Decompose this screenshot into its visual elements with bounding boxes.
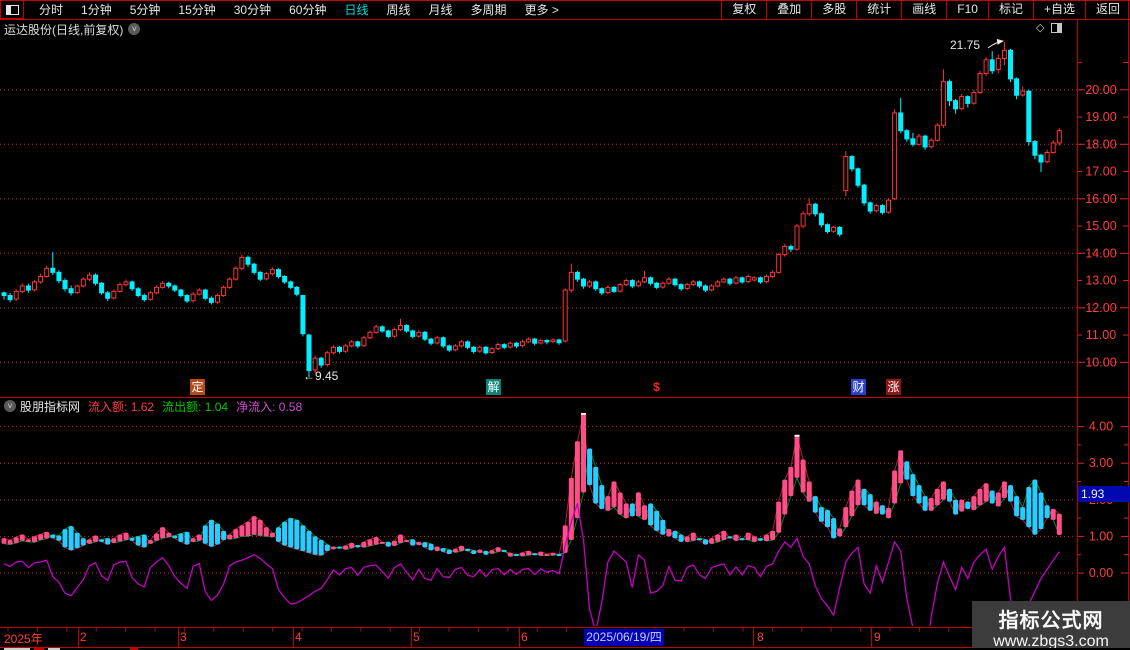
button-fuquan[interactable]: 复权 — [721, 0, 766, 19]
button-mark[interactable]: 标记 — [987, 0, 1033, 19]
svg-text:17.00: 17.00 — [1085, 165, 1116, 179]
diamond-icon[interactable]: ◇ — [1036, 21, 1044, 34]
time-axis-label: 6 — [521, 630, 528, 644]
svg-text:4.00: 4.00 — [1089, 420, 1113, 434]
time-axis-label: 3 — [180, 630, 187, 644]
time-axis[interactable]: 2025年 2 3 4 5 6 8 9 — [0, 629, 1075, 647]
svg-text:12.00: 12.00 — [1085, 301, 1116, 315]
svg-text:19.00: 19.00 — [1085, 110, 1116, 124]
svg-text:13.00: 13.00 — [1085, 274, 1116, 288]
tab-60min[interactable]: 60分钟 — [280, 1, 335, 18]
tab-multiperiod[interactable]: 多周期 — [462, 1, 516, 18]
time-axis-label: 8 — [757, 630, 764, 644]
time-axis-label: 4 — [295, 630, 302, 644]
button-drawline[interactable]: 画线 — [901, 0, 946, 19]
svg-text:10.00: 10.00 — [1085, 355, 1116, 369]
button-f10[interactable]: F10 — [946, 0, 988, 19]
tab-fenshi[interactable]: 分时 — [30, 1, 72, 18]
outflow-field: 流出额: 1.04 — [162, 399, 229, 414]
window-panel-icon[interactable] — [0, 0, 24, 19]
app-window: 20.00 19.00 18.00 17.00 16.00 15.00 14.00 13.00… — [0, 0, 1130, 650]
button-stats[interactable]: 统计 — [856, 0, 901, 19]
indicator-header: ˅ 股朋指标网 流入额: 1.62 流出额: 1.04 净流入: 0.58 — [2, 398, 303, 415]
svg-text:1.00: 1.00 — [1089, 529, 1113, 543]
top-toolbar: 分时 1分钟 5分钟 15分钟 30分钟 60分钟 日线 周线 月线 多周期 更… — [0, 0, 1130, 19]
title-bar-icons: ◇ — [1036, 21, 1063, 34]
inflow-field: 流入额: 1.62 — [88, 399, 155, 414]
time-axis-label: 2025年 — [4, 632, 43, 646]
svg-text:15.00: 15.00 — [1085, 219, 1116, 233]
indicator-name[interactable]: 股朋指标网 — [20, 398, 80, 415]
event-badge-ding: 定 — [190, 379, 205, 395]
time-axis-label: 5 — [413, 630, 420, 644]
collapse-chevron-icon[interactable]: ˅ — [4, 400, 16, 412]
split-panel-icon[interactable] — [1051, 22, 1063, 33]
time-axis-label: 2 — [80, 630, 87, 644]
tab-more[interactable]: 更多 > — [516, 1, 568, 18]
tools-menu: 复权 叠加 多股 统计 画线 F10 标记 +自选 返回 — [721, 0, 1130, 19]
event-badge-jie: 解 — [486, 379, 501, 395]
chart-canvas[interactable]: 20.0019.0018.0017.0016.0015.0014.0013.00… — [0, 0, 1130, 650]
high-price-label: 21.75 — [950, 38, 981, 52]
low-price-label: ←9.45 — [303, 369, 339, 383]
svg-text:18.00: 18.00 — [1085, 137, 1116, 151]
panel-layout-icon — [5, 4, 19, 15]
button-add-watchlist[interactable]: +自选 — [1032, 0, 1085, 19]
netflow-field: 净流入: 0.58 — [236, 399, 303, 414]
svg-text:3.00: 3.00 — [1089, 456, 1113, 470]
period-menu: 分时 1分钟 5分钟 15分钟 30分钟 60分钟 日线 周线 月线 多周期 更… — [30, 1, 721, 18]
svg-text:16.00: 16.00 — [1085, 192, 1116, 206]
watermark: 指标公式网 www.zbgs3.com — [972, 601, 1130, 650]
indicator-value-badge: 1.93 — [1078, 486, 1130, 502]
event-badge-dollar: $ — [653, 380, 660, 394]
chevron-down-icon[interactable]: ˅ — [128, 23, 141, 35]
svg-text:14.00: 14.00 — [1085, 246, 1116, 260]
svg-text:0.00: 0.00 — [1089, 566, 1113, 580]
svg-text:20.00: 20.00 — [1085, 83, 1116, 97]
tab-monthly[interactable]: 月线 — [420, 1, 462, 18]
tab-daily[interactable]: 日线 — [335, 1, 377, 18]
button-overlay[interactable]: 叠加 — [766, 0, 811, 19]
event-badge-zhang: 涨 — [886, 379, 901, 395]
tab-5min[interactable]: 5分钟 — [121, 1, 170, 18]
watermark-title: 指标公式网 — [998, 610, 1104, 632]
title-bar: 运达股份(日线,前复权) ˅ — [0, 20, 1075, 38]
stock-title[interactable]: 运达股份(日线,前复权) — [4, 21, 123, 38]
button-multistock[interactable]: 多股 — [811, 0, 856, 19]
event-badge-cai: 财 — [851, 379, 866, 395]
tab-1min[interactable]: 1分钟 — [72, 1, 121, 18]
time-axis-label: 9 — [874, 630, 881, 644]
highlighted-date-badge: 2025/06/19/四 — [584, 629, 664, 646]
tab-weekly[interactable]: 周线 — [377, 1, 419, 18]
svg-text:11.00: 11.00 — [1086, 328, 1116, 342]
tab-30min[interactable]: 30分钟 — [225, 1, 280, 18]
tab-15min[interactable]: 15分钟 — [169, 1, 224, 18]
button-back[interactable]: 返回 — [1084, 0, 1130, 19]
